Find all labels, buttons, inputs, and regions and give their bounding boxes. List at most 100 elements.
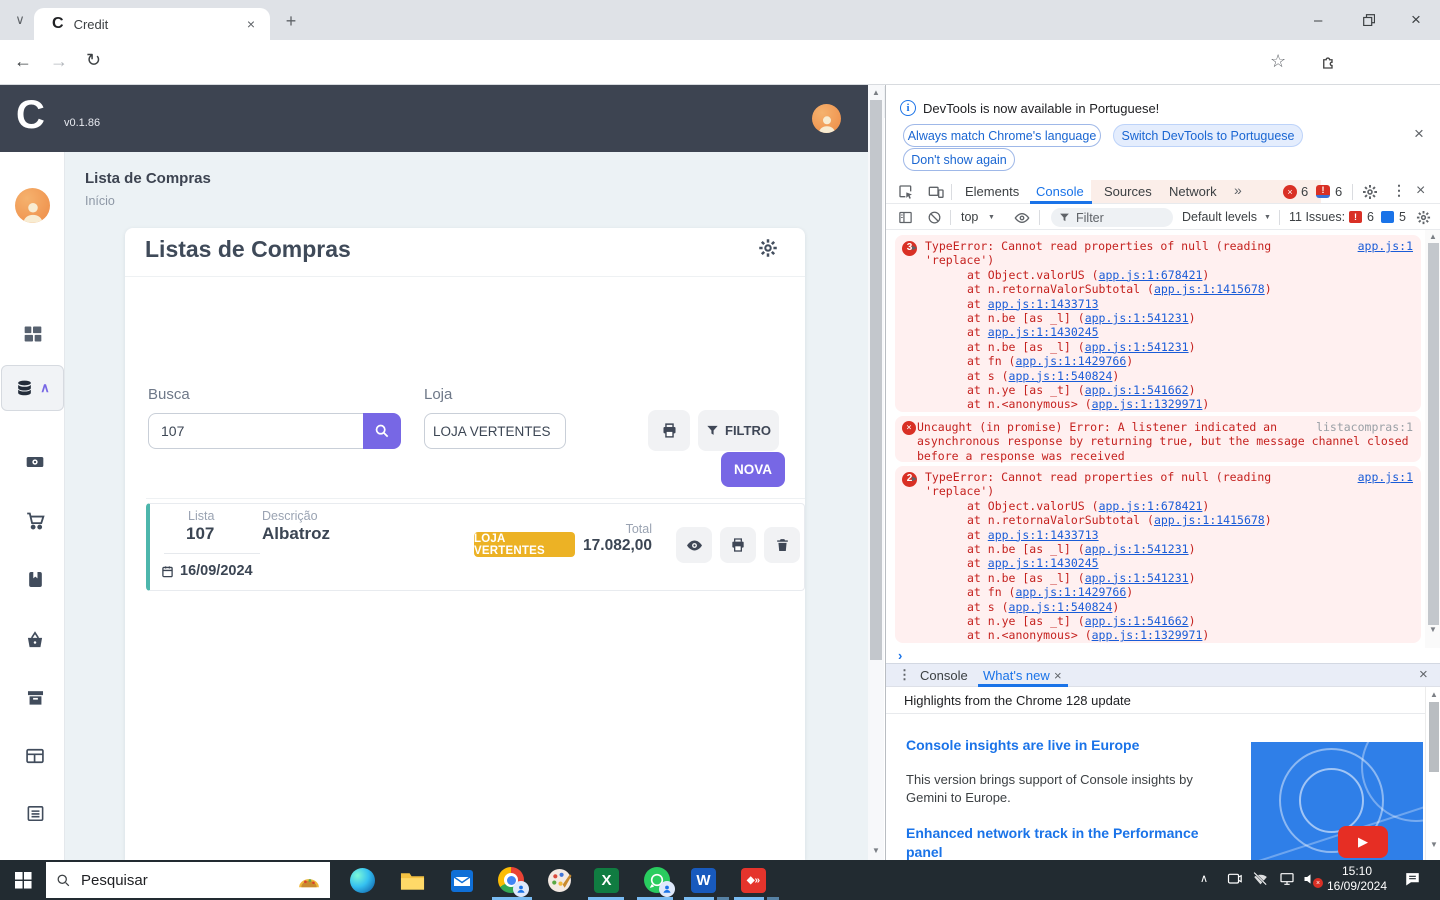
- whatsnew-scrollbar[interactable]: ▲ ▼: [1425, 687, 1440, 860]
- error-count-icon[interactable]: ×: [1283, 185, 1297, 199]
- console-scroll-down[interactable]: ▼: [1425, 625, 1440, 634]
- youtube-play-button[interactable]: ▶: [1338, 826, 1388, 858]
- sidebar-item-dashboard[interactable]: [23, 324, 43, 344]
- source-link[interactable]: app.js:1:1429766: [1015, 585, 1126, 599]
- loja-input[interactable]: LOJA VERTENTES: [424, 413, 566, 449]
- source-link[interactable]: app.js:1:1329971: [1092, 628, 1203, 642]
- taskbar-whatsapp-icon[interactable]: [643, 866, 671, 894]
- whatsnew-link-network-track-line1[interactable]: Enhanced network track in the Performanc…: [906, 825, 1199, 841]
- source-link[interactable]: app.js:1:541662: [1085, 383, 1189, 397]
- start-button[interactable]: [8, 866, 38, 894]
- sidebar-item-list[interactable]: [26, 804, 45, 823]
- source-link[interactable]: app.js:1:1430245: [988, 556, 1099, 570]
- source-link[interactable]: app.js:1:540824: [1009, 369, 1113, 383]
- sidebar-item-table[interactable]: [25, 746, 45, 766]
- source-link[interactable]: app.js:1:540824: [1009, 600, 1113, 614]
- filter-input[interactable]: Filter: [1051, 208, 1173, 227]
- taskbar-edge-icon[interactable]: [349, 867, 375, 893]
- window-close-button[interactable]: ×: [1411, 10, 1421, 30]
- print-row-button[interactable]: [720, 527, 756, 563]
- source-link[interactable]: app.js:1:541231: [1085, 340, 1189, 354]
- expand-triangle-icon[interactable]: ▶: [912, 241, 917, 255]
- window-minimize-button[interactable]: –: [1314, 12, 1322, 29]
- devtools-close-icon[interactable]: ×: [1416, 182, 1425, 200]
- view-button[interactable]: [676, 527, 712, 563]
- expand-triangle-icon[interactable]: ▶: [912, 472, 917, 486]
- whatsnew-link-console-insights[interactable]: Console insights are live in Europe: [906, 737, 1139, 753]
- devtools-settings-gear-icon[interactable]: [1362, 184, 1378, 200]
- whatsnew-link-network-track-line2[interactable]: panel: [906, 844, 943, 860]
- forward-icon[interactable]: →: [50, 51, 68, 72]
- drawer-tab-console[interactable]: Console: [920, 668, 968, 683]
- tab-search-icon[interactable]: ∨: [8, 8, 32, 32]
- taskbar-search[interactable]: Pesquisar: [46, 862, 330, 898]
- scroll-down-arrow[interactable]: ▼: [868, 846, 884, 855]
- tray-expand-chevron-icon[interactable]: ∧: [1200, 872, 1208, 885]
- whatsnew-scrollbar-thumb[interactable]: [1429, 702, 1439, 772]
- taskbar-red-app-icon[interactable]: ◆»: [741, 868, 766, 893]
- page-scrollbar[interactable]: ▲ ▼: [868, 85, 884, 860]
- taskbar-explorer-icon[interactable]: [399, 868, 425, 894]
- switch-devtools-portuguese-button[interactable]: Switch DevTools to Portuguese: [1113, 124, 1303, 147]
- whatsnew-scroll-up[interactable]: ▲: [1426, 690, 1440, 699]
- whatsnew-scroll-down[interactable]: ▼: [1426, 840, 1440, 849]
- taskbar-chrome-icon[interactable]: [497, 866, 525, 894]
- clear-console-icon[interactable]: [927, 210, 942, 225]
- drawer-kebab-icon[interactable]: ⋮: [898, 667, 911, 683]
- issues-counter-text[interactable]: 11 Issues:: [1289, 210, 1345, 224]
- delete-button[interactable]: [764, 527, 800, 563]
- source-link-grey[interactable]: listacompras:1: [1316, 420, 1413, 434]
- banner-close-icon[interactable]: ×: [1414, 124, 1424, 144]
- drawer-tab-whatsnew[interactable]: What's new: [983, 668, 1050, 683]
- source-link[interactable]: app.js:1:1329971: [1092, 397, 1203, 411]
- source-link[interactable]: app.js:1:541231: [1085, 311, 1189, 325]
- console-scroll-up[interactable]: ▲: [1425, 232, 1440, 241]
- source-link[interactable]: app.js:1:1429766: [1015, 354, 1126, 368]
- source-link[interactable]: app.js:1:1433713: [988, 297, 1099, 311]
- issue-count[interactable]: 6: [1335, 184, 1342, 199]
- print-list-button[interactable]: [648, 410, 690, 451]
- live-expression-eye-icon[interactable]: [1014, 210, 1030, 226]
- settings-gear-icon[interactable]: [758, 238, 778, 258]
- source-link[interactable]: app.js:1: [1358, 470, 1413, 484]
- console-error-2[interactable]: × listacompras:1 Uncaught (in promise) E…: [895, 416, 1421, 462]
- drawer-close-icon[interactable]: ×: [1419, 666, 1428, 683]
- tray-clock[interactable]: 15:10 16/09/2024: [1326, 864, 1388, 894]
- context-selector[interactable]: top: [961, 210, 978, 224]
- whatsnew-close-icon[interactable]: ×: [1054, 668, 1062, 683]
- source-link[interactable]: app.js:1:541231: [1085, 542, 1189, 556]
- source-link[interactable]: app.js:1:1430245: [988, 325, 1099, 339]
- dont-show-again-button[interactable]: Don't show again: [903, 148, 1015, 171]
- console-sidebar-icon[interactable]: [898, 210, 913, 225]
- more-tabs-icon[interactable]: »: [1234, 182, 1242, 198]
- taskbar-excel-icon[interactable]: X: [594, 868, 619, 893]
- tab-elements[interactable]: Elements: [965, 184, 1019, 199]
- console-scrollbar-thumb[interactable]: [1428, 243, 1439, 625]
- source-link[interactable]: app.js:1:678421: [1099, 268, 1203, 282]
- tab-close-icon[interactable]: ×: [242, 15, 260, 33]
- reload-icon[interactable]: ↻: [86, 50, 101, 71]
- tray-volume-muted-icon[interactable]: ×: [1302, 871, 1319, 887]
- tray-wifi-off-icon[interactable]: [1252, 871, 1269, 887]
- sidebar-item-basket[interactable]: [25, 630, 45, 650]
- tab-sources[interactable]: Sources: [1104, 184, 1152, 199]
- back-icon[interactable]: ←: [14, 51, 32, 72]
- source-link[interactable]: app.js:1:1415678: [1154, 513, 1265, 527]
- tray-ethernet-icon[interactable]: [1278, 871, 1296, 887]
- source-link[interactable]: app.js:1:678421: [1099, 499, 1203, 513]
- source-link[interactable]: app.js:1:1415678: [1154, 282, 1265, 296]
- filtro-button[interactable]: FILTRO: [698, 410, 779, 451]
- inspect-element-icon[interactable]: [898, 184, 914, 200]
- window-restore-button[interactable]: [1363, 14, 1375, 26]
- breadcrumb[interactable]: Início: [85, 194, 115, 208]
- device-toolbar-icon[interactable]: [928, 184, 944, 200]
- levels-dropdown-icon[interactable]: ▼: [1264, 214, 1271, 221]
- taskbar-word-icon[interactable]: W: [691, 868, 716, 893]
- tab-console[interactable]: Console: [1036, 184, 1084, 199]
- tab-network[interactable]: Network: [1169, 184, 1217, 199]
- sidebar-item-archive[interactable]: [26, 688, 45, 707]
- context-dropdown-icon[interactable]: ▼: [988, 214, 995, 221]
- error-count[interactable]: 6: [1301, 184, 1308, 199]
- source-link[interactable]: app.js:1:541231: [1085, 571, 1189, 585]
- sidebar-item-movimentacoes[interactable]: ∧: [1, 365, 64, 411]
